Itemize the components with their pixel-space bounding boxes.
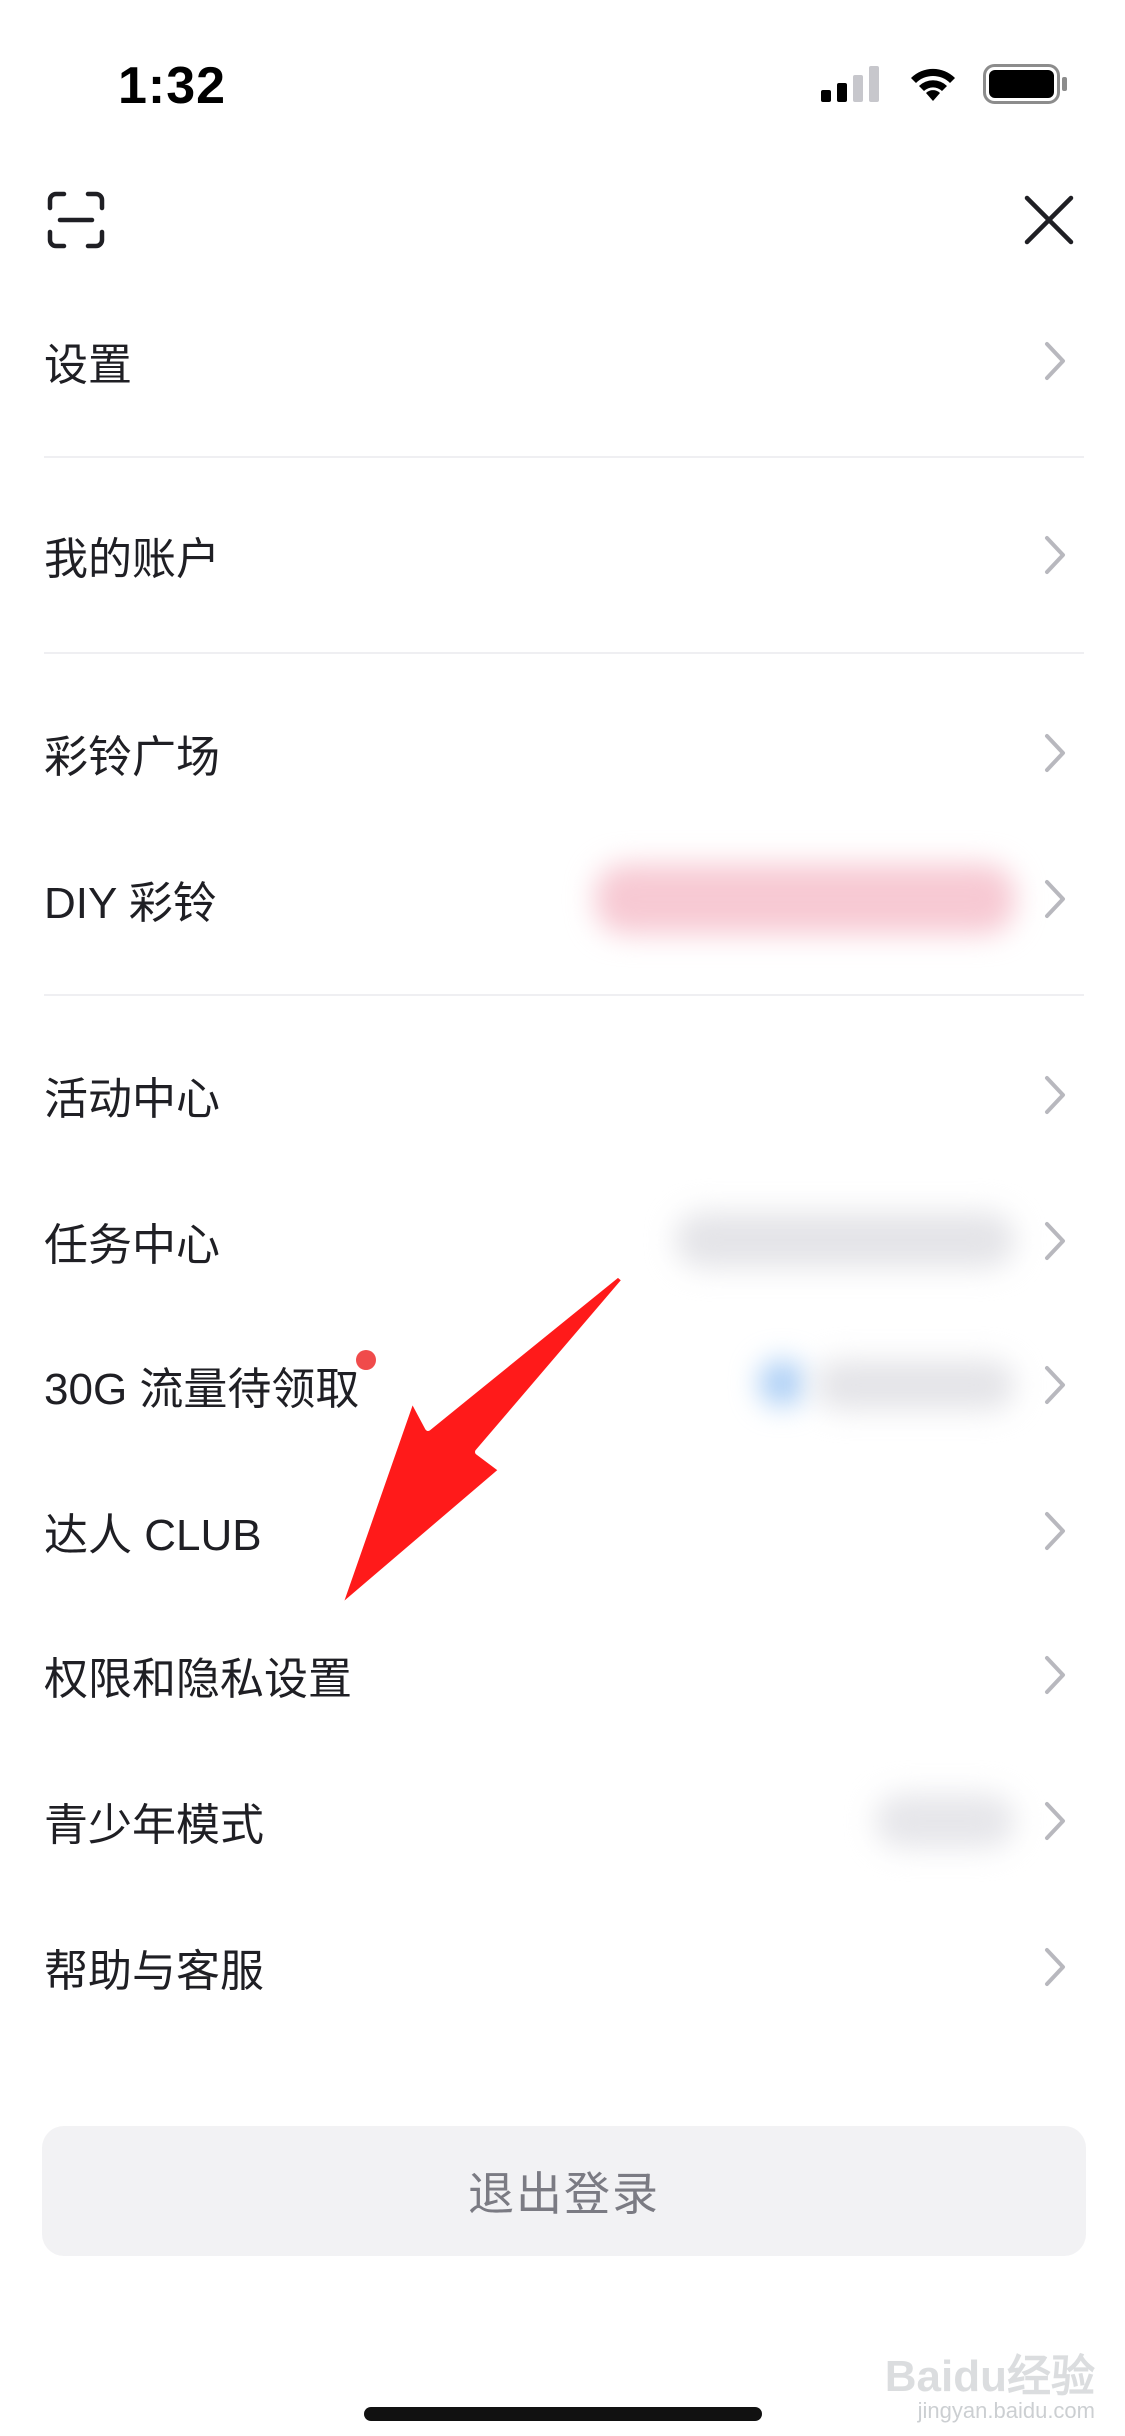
menu-item-task-center[interactable]: 任务中心 — [0, 1168, 1125, 1313]
menu-item-label: 我的账户 — [44, 534, 220, 584]
chevron-right-icon — [1045, 341, 1065, 380]
menu-item-label: 任务中心 — [44, 1220, 220, 1270]
status-bar: 1:32 — [0, 0, 1125, 170]
status-time: 1:32 — [118, 57, 227, 115]
menu-item-diy-ringback[interactable]: DIY 彩铃 — [0, 826, 1125, 971]
cellular-signal-icon — [821, 66, 879, 102]
logout-button[interactable]: 退出登录 — [42, 2126, 1086, 2256]
menu-item-label: 彩铃广场 — [44, 732, 220, 782]
top-bar — [0, 170, 1125, 300]
wifi-icon — [911, 68, 955, 101]
section-divider — [44, 652, 1084, 654]
menu-item-label: 青少年模式 — [44, 1800, 264, 1850]
menu-item-settings[interactable]: 设置 — [0, 288, 1125, 433]
home-indicator — [364, 2407, 762, 2421]
menu-item-label: 达人 CLUB — [44, 1510, 262, 1560]
menu-item-my-account[interactable]: 我的账户 — [0, 482, 1125, 627]
chevron-right-icon — [1045, 1655, 1065, 1694]
menu-item-permissions-privacy[interactable]: 权限和隐私设置 — [0, 1602, 1125, 1747]
chevron-right-icon — [1045, 1801, 1065, 1840]
scan-icon — [47, 191, 105, 249]
chevron-right-icon — [1045, 1221, 1065, 1260]
scan-button[interactable] — [44, 188, 108, 252]
menu-item-ringback-plaza[interactable]: 彩铃广场 — [0, 680, 1125, 825]
notification-dot — [356, 1350, 376, 1370]
menu-item-help-service[interactable]: 帮助与客服 — [0, 1894, 1125, 2039]
chevron-right-icon — [1045, 879, 1065, 918]
blurred-status-icon — [759, 1360, 805, 1406]
blurred-status — [875, 1794, 1015, 1848]
blurred-status — [675, 1212, 1015, 1268]
chevron-right-icon — [1045, 1075, 1065, 1114]
menu-item-youth-mode[interactable]: 青少年模式 — [0, 1748, 1125, 1893]
chevron-right-icon — [1045, 1511, 1065, 1550]
menu-item-label: 帮助与客服 — [44, 1946, 264, 1996]
status-icons — [821, 64, 1069, 104]
menu-item-label: 活动中心 — [44, 1074, 220, 1124]
section-divider — [44, 994, 1084, 996]
menu-item-activity-center[interactable]: 活动中心 — [0, 1022, 1125, 1167]
blurred-status — [815, 1360, 1015, 1410]
battery-icon — [983, 64, 1067, 104]
menu-item-data-bonus[interactable]: 30G 流量待领取 — [0, 1312, 1125, 1457]
menu-item-label: 设置 — [44, 340, 132, 390]
close-icon — [1024, 195, 1074, 245]
chevron-right-icon — [1045, 1947, 1065, 1986]
chevron-right-icon — [1045, 1365, 1065, 1404]
menu-item-label: DIY 彩铃 — [44, 878, 217, 928]
menu-item-label: 权限和隐私设置 — [44, 1654, 352, 1704]
chevron-right-icon — [1045, 733, 1065, 772]
watermark: Baidu经验 — [885, 2340, 1095, 2404]
menu-item-expert-club[interactable]: 达人 CLUB — [0, 1458, 1125, 1603]
blurred-promo — [595, 864, 1015, 934]
watermark-text: Baidu经验 — [884, 2352, 1095, 2401]
logout-label: 退出登录 — [468, 2168, 660, 2220]
close-button[interactable] — [1017, 188, 1081, 252]
menu-item-label: 30G 流量待领取 — [44, 1364, 360, 1414]
section-divider — [44, 456, 1084, 458]
chevron-right-icon — [1045, 535, 1065, 574]
watermark-sub: jingyan.baidu.com — [917, 2398, 1095, 2423]
